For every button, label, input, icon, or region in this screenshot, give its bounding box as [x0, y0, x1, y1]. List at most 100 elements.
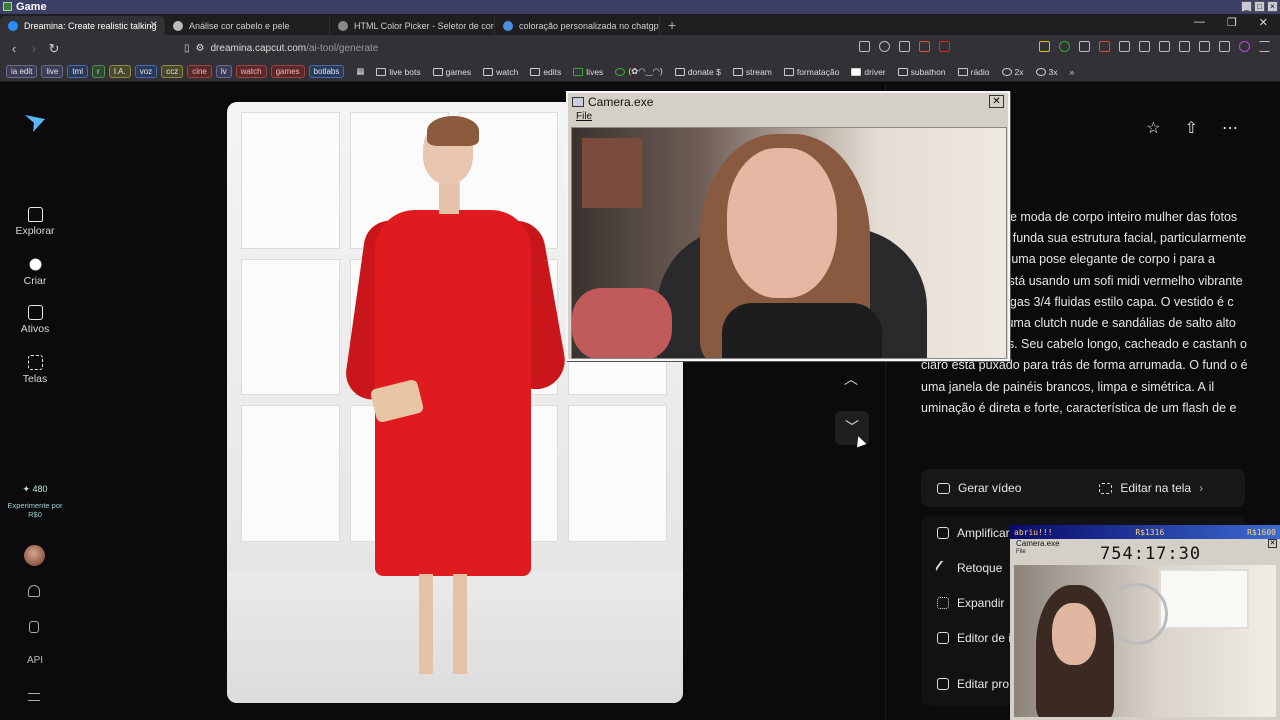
- credits-count[interactable]: ✦ 480: [0, 484, 70, 495]
- close-icon[interactable]: ✕: [1259, 16, 1268, 29]
- restore-icon[interactable]: ❐: [1227, 16, 1237, 29]
- bookmark-item[interactable]: games: [432, 67, 471, 77]
- bookmark-chip[interactable]: games: [270, 65, 305, 78]
- bookmark-item[interactable]: donate $: [674, 67, 721, 77]
- tab-analise[interactable]: Análise cor cabelo e pele: [165, 16, 330, 35]
- apps-grid-icon[interactable]: ▦: [356, 66, 364, 77]
- mobile-icon[interactable]: [29, 621, 39, 633]
- menu-icon[interactable]: [28, 693, 40, 701]
- bookmark-chip[interactable]: live: [41, 65, 64, 78]
- bookmark-item[interactable]: 2x: [1001, 66, 1024, 77]
- bookmark-chip[interactable]: tml: [67, 65, 89, 78]
- back-icon[interactable]: ‹: [4, 41, 24, 56]
- bookmark-chip[interactable]: botlabs: [308, 65, 345, 78]
- generate-video-button[interactable]: Gerar vídeo: [937, 481, 1021, 495]
- avatar[interactable]: [24, 545, 45, 566]
- minimize-icon[interactable]: _: [1241, 1, 1252, 12]
- tool-upscale[interactable]: Amplificar: [937, 526, 1010, 540]
- logo[interactable]: [0, 113, 70, 136]
- more-icon[interactable]: ⋯: [1222, 118, 1238, 138]
- close-icon[interactable]: ✕: [989, 95, 1004, 108]
- tab-label: Dreamina: Create realistic talking: [24, 20, 157, 31]
- bookmark-chip[interactable]: watch: [235, 65, 267, 78]
- camera-menu-file[interactable]: File: [568, 111, 1008, 125]
- tool-expand[interactable]: Expandir: [937, 596, 1004, 610]
- share-icon[interactable]: ⇧: [1185, 118, 1198, 138]
- share-icon[interactable]: [899, 41, 910, 52]
- extension-icon[interactable]: [1099, 41, 1110, 52]
- tab-dreamina[interactable]: Dreamina: Create realistic talking ✕: [0, 16, 165, 35]
- tool-retouch[interactable]: Retoque: [934, 559, 1002, 577]
- more-bookmarks-icon[interactable]: »: [1070, 67, 1075, 77]
- bookmark-icon[interactable]: ▯: [184, 43, 190, 54]
- shelf: [582, 138, 642, 208]
- maximize-icon[interactable]: □: [1254, 1, 1265, 12]
- site-info-icon[interactable]: ⚙: [196, 43, 205, 54]
- forward-icon[interactable]: ›: [24, 41, 44, 56]
- sidebar-item-label: Ativos: [20, 323, 50, 335]
- bookmark-item[interactable]: live bots: [376, 67, 421, 77]
- screenshot-icon[interactable]: [1159, 41, 1170, 52]
- bookmark-chip[interactable]: voz: [134, 65, 158, 78]
- folder-icon: [957, 67, 968, 76]
- api-link[interactable]: API: [0, 655, 70, 666]
- close-icon: ✕: [1268, 539, 1277, 548]
- bookmark-chip[interactable]: I.A.: [108, 65, 131, 78]
- brave-shield-icon[interactable]: [919, 41, 930, 52]
- extension-badge-icon[interactable]: [1059, 41, 1070, 52]
- bookmark-item[interactable]: formatação: [783, 67, 839, 77]
- sidebar-item-ativos[interactable]: Ativos: [0, 305, 70, 335]
- bookmark-item[interactable]: lives: [573, 67, 603, 77]
- close-icon[interactable]: ×: [1267, 1, 1278, 12]
- puzzle-icon[interactable]: [1139, 41, 1150, 52]
- bell-icon[interactable]: [28, 585, 40, 597]
- experiment-offer[interactable]: Experimente por R$0: [6, 501, 64, 519]
- sidebar-icon[interactable]: [1179, 41, 1190, 52]
- bookmark-item[interactable]: (✿◠‿◠): [615, 66, 663, 77]
- bookmark-chip[interactable]: lv: [215, 65, 232, 78]
- bookmark-label: 2x: [1014, 66, 1024, 77]
- camera-title-bar[interactable]: Camera.exe: [568, 93, 1008, 111]
- bookmark-item[interactable]: rádio: [957, 67, 990, 77]
- tab-coloracao[interactable]: coloração personalizada no chatgpt: [495, 16, 660, 35]
- bookmark-chip[interactable]: ccz: [161, 65, 184, 78]
- url-field[interactable]: ▯ ⚙ dreamina.capcut.com/ai-tool/generate: [184, 43, 378, 54]
- bookmark-item[interactable]: stream: [732, 66, 772, 77]
- wallet-icon[interactable]: [1199, 41, 1210, 52]
- previous-image-chevron-up-icon[interactable]: ︿: [842, 369, 860, 387]
- bookmark-item[interactable]: watch: [483, 67, 518, 77]
- profile-icon[interactable]: [1239, 41, 1250, 52]
- tool-image-editor[interactable]: Editor de i: [937, 631, 1011, 645]
- extension-icon[interactable]: [1079, 41, 1090, 52]
- sidebar-item-explorar[interactable]: Explorar: [0, 207, 70, 237]
- reload-icon[interactable]: ↻: [44, 41, 64, 57]
- bookmark-chip[interactable]: ia edit: [6, 65, 38, 78]
- bookmark-chip[interactable]: r: [92, 65, 105, 78]
- zoom-icon[interactable]: [879, 41, 890, 52]
- sidebar-item-criar[interactable]: Criar: [0, 256, 70, 287]
- bookmark-item[interactable]: 3x: [1035, 67, 1058, 77]
- extension-icon[interactable]: [1039, 41, 1050, 52]
- bookmark-chip[interactable]: cine: [187, 65, 212, 78]
- bookmark-item[interactable]: edits: [530, 67, 561, 77]
- leo-icon[interactable]: [1219, 41, 1230, 52]
- close-tab-icon[interactable]: ✕: [150, 20, 158, 31]
- camera-window[interactable]: Camera.exe ✕ File: [566, 91, 1010, 361]
- new-tab-icon[interactable]: +: [668, 17, 676, 33]
- extension-icon[interactable]: [1119, 41, 1130, 52]
- minimize-icon[interactable]: —: [1194, 16, 1205, 29]
- fan: [1106, 583, 1168, 645]
- model-leg-left: [419, 574, 433, 674]
- bookmark-item[interactable]: driver: [851, 67, 886, 77]
- edit-canvas-button[interactable]: Editar na tela ›: [1099, 481, 1203, 495]
- rewards-icon[interactable]: [939, 41, 950, 52]
- bookmark-item[interactable]: subathon: [897, 67, 946, 77]
- star-icon[interactable]: ☆: [1146, 118, 1160, 138]
- tool-edit-prompt[interactable]: Editar pro: [937, 677, 1009, 691]
- translate-icon[interactable]: [859, 41, 870, 52]
- sidebar-item-telas[interactable]: Telas: [0, 355, 70, 385]
- tab-color-picker[interactable]: HTML Color Picker - Seletor de cor: [330, 16, 495, 35]
- goal-target: R$1600: [1247, 527, 1276, 537]
- bookmark-label: stream: [745, 66, 772, 77]
- menu-icon[interactable]: [1259, 41, 1270, 52]
